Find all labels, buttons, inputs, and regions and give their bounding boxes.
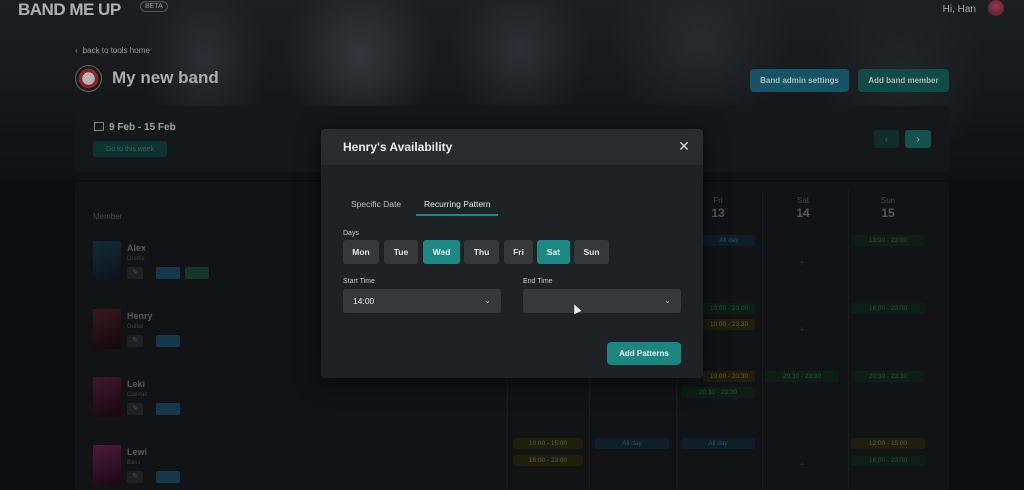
modal-title: Henry's Availability xyxy=(343,140,453,154)
close-icon[interactable]: ✕ xyxy=(677,139,691,153)
tab-recurring-pattern[interactable]: Recurring Pattern xyxy=(416,194,499,214)
day-toggle-wed[interactable]: Wed xyxy=(423,240,460,264)
start-time-value: 14:00 xyxy=(353,296,375,306)
day-toggle-thu[interactable]: Thu xyxy=(464,240,499,264)
start-time-label: Start Time xyxy=(343,278,375,285)
day-toggle-mon[interactable]: Mon xyxy=(343,240,379,264)
add-patterns-button[interactable]: Add Patterns xyxy=(607,342,681,365)
chevron-down-icon: ⌄ xyxy=(664,296,671,305)
active-tab-indicator xyxy=(416,214,498,216)
tab-specific-date[interactable]: Specific Date xyxy=(343,194,409,214)
days-label: Days xyxy=(343,230,359,237)
end-time-select[interactable]: ⌄ xyxy=(523,289,681,313)
day-toggle-sat[interactable]: Sat xyxy=(537,240,570,264)
end-time-label: End Time xyxy=(523,278,553,285)
modal-header: Henry's Availability ✕ xyxy=(321,129,703,165)
availability-modal: Henry's Availability ✕ Specific Date Rec… xyxy=(321,129,703,378)
day-toggle-tue[interactable]: Tue xyxy=(384,240,418,264)
chevron-down-icon: ⌄ xyxy=(484,296,491,305)
day-toggle-sun[interactable]: Sun xyxy=(574,240,609,264)
day-toggle-fri[interactable]: Fri xyxy=(504,240,533,264)
start-time-select[interactable]: 14:00 ⌄ xyxy=(343,289,501,313)
